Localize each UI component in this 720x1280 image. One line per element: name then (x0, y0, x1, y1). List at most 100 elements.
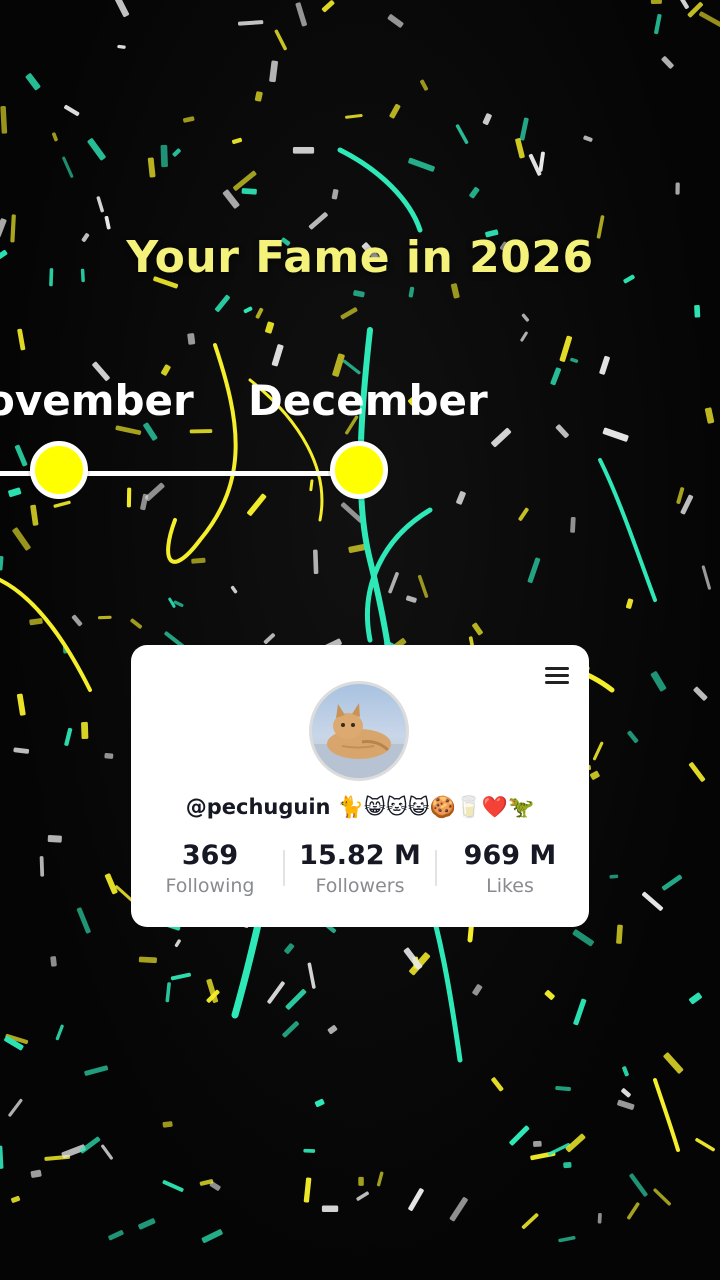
avatar[interactable] (309, 681, 409, 781)
confetti-piece (653, 1188, 671, 1206)
confetti-piece (693, 686, 708, 701)
confetti-piece (528, 153, 542, 176)
confetti-piece (331, 189, 339, 200)
confetti-piece (515, 138, 525, 159)
confetti-piece (130, 618, 143, 629)
confetti-piece (101, 1144, 113, 1160)
likes-count: 969 M (463, 840, 557, 871)
confetti-piece (555, 1085, 571, 1092)
confetti-piece (191, 557, 206, 564)
confetti-piece (573, 998, 587, 1026)
following-label: Following (165, 875, 255, 897)
confetti-piece (0, 106, 8, 134)
confetti-piece (97, 615, 112, 620)
confetti-piece (183, 116, 195, 123)
confetti-piece (8, 1098, 23, 1117)
stat-following[interactable]: 369 Following (135, 841, 285, 901)
confetti-piece (592, 741, 604, 761)
confetti-piece (625, 598, 634, 609)
confetti-piece (327, 1025, 338, 1035)
confetti-piece (104, 753, 114, 759)
confetti-piece (231, 137, 243, 145)
confetti-piece (140, 493, 149, 511)
confetti-piece (332, 353, 345, 377)
confetti-piece (309, 479, 314, 492)
confetti-piece (126, 487, 132, 508)
confetti-piece (520, 331, 528, 342)
confetti-piece (84, 1065, 109, 1076)
confetti-piece (17, 328, 26, 351)
confetti-piece (165, 982, 171, 1003)
confetti-piece (609, 874, 619, 879)
timeline-month-current: December (248, 376, 488, 425)
confetti-piece (62, 156, 74, 178)
hamburger-menu-icon[interactable] (545, 667, 569, 685)
confetti-piece (527, 557, 541, 584)
video-frame: Your Fame in 2026 ovember December @pech… (0, 0, 720, 1280)
confetti-piece (53, 500, 71, 508)
confetti-piece (661, 874, 683, 891)
confetti-piece (570, 357, 579, 363)
confetti-piece (25, 73, 41, 91)
confetti-piece (201, 1229, 223, 1243)
confetti-piece (353, 290, 365, 298)
confetti-piece (469, 186, 480, 199)
confetti-piece (408, 157, 435, 172)
confetti-piece (570, 516, 576, 533)
confetti-piece (420, 79, 429, 91)
followers-label: Followers (315, 875, 405, 897)
confetti-piece (680, 494, 694, 515)
confetti-piece (117, 44, 126, 49)
confetti-piece (265, 321, 275, 334)
stat-likes[interactable]: 969 M Likes (435, 841, 585, 901)
confetti-piece (358, 1176, 364, 1186)
confetti-piece (622, 1066, 629, 1077)
confetti-piece (558, 1236, 576, 1243)
confetti-piece (550, 367, 562, 386)
confetti-piece (704, 407, 715, 424)
confetti-piece (555, 424, 569, 438)
confetti-piece (701, 565, 711, 590)
confetti-piece (678, 0, 689, 9)
followers-count: 15.82 M (299, 840, 421, 871)
confetti-piece (243, 306, 253, 314)
confetti-piece (64, 104, 80, 116)
confetti-piece (491, 1077, 504, 1092)
confetti-piece (111, 0, 130, 18)
confetti-piece (16, 693, 26, 716)
confetti-piece (597, 1212, 602, 1224)
confetti-piece (0, 1145, 4, 1169)
confetti-piece (687, 2, 704, 18)
confetti-piece (199, 1179, 214, 1186)
confetti-piece (8, 487, 22, 498)
following-count: 369 (181, 840, 239, 871)
confetti-piece (583, 135, 593, 142)
confetti-piece (456, 491, 466, 505)
confetti-piece (254, 91, 263, 102)
confetti-piece (345, 113, 363, 119)
confetti-piece (509, 1125, 530, 1146)
confetti-piece (342, 359, 361, 375)
confetti-piece (50, 956, 57, 967)
confetti-piece (174, 939, 181, 948)
confetti-piece (472, 622, 483, 636)
confetti-piece (241, 188, 257, 195)
confetti-piece (47, 835, 62, 843)
confetti-piece (138, 1218, 156, 1230)
confetti-piece (403, 947, 423, 970)
confetti-piece (147, 157, 156, 178)
confetti-piece (408, 1188, 424, 1211)
confetti-piece (408, 286, 415, 298)
profile-handle: @pechuguin 🐈😸🐱😺🍪🥛❤️🦖 (185, 795, 535, 819)
confetti-piece (168, 597, 176, 608)
confetti-piece (675, 182, 680, 195)
confetti-piece (214, 294, 230, 312)
confetti-piece (187, 333, 196, 345)
confetti-piece (4, 1035, 24, 1051)
confetti-piece (521, 313, 530, 322)
stat-followers[interactable]: 15.82 M Followers (285, 841, 435, 901)
confetti-piece (222, 189, 240, 209)
confetti-piece (255, 307, 264, 319)
confetti-piece (590, 770, 600, 780)
confetti-piece (55, 1024, 64, 1041)
